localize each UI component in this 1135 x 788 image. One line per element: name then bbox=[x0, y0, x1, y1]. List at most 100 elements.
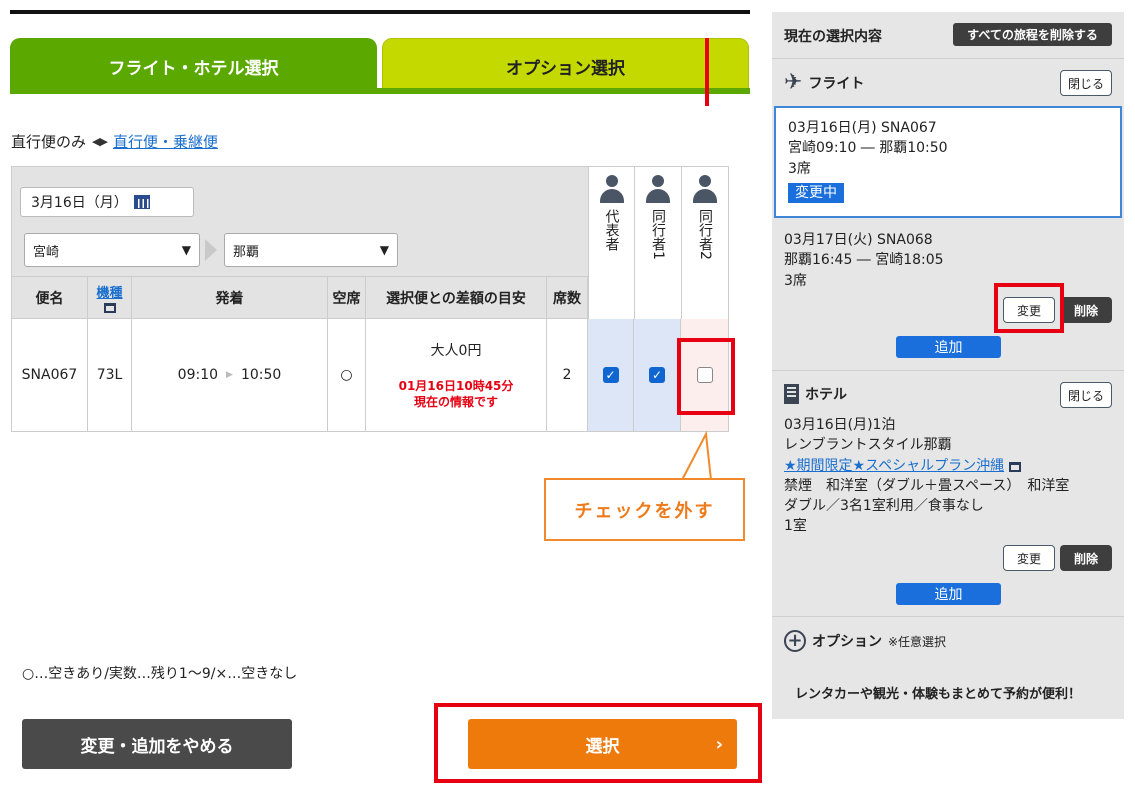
chevron-right-icon: › bbox=[715, 733, 723, 755]
sidebar-title: 現在の選択内容 bbox=[784, 29, 882, 45]
direct-only-label: 直行便のみ bbox=[11, 133, 87, 151]
flight-add-button[interactable]: 追加 bbox=[896, 336, 1001, 358]
divider bbox=[772, 616, 1124, 617]
cell-check-companion-1: ✓ bbox=[634, 319, 681, 431]
tab-option[interactable]: オプション選択 bbox=[382, 38, 749, 94]
hotel-card: 03月16日(月)1泊 レンブラントスタイル那覇 ★期間限定★スペシャルプラン沖… bbox=[784, 415, 1116, 537]
delete-all-button[interactable]: すべての旅程を削除する bbox=[953, 23, 1112, 46]
option-section-label: オプション bbox=[812, 634, 882, 650]
hotel-change-button[interactable]: 変更 bbox=[1003, 545, 1055, 571]
header-aircraft: 機種 bbox=[88, 277, 132, 318]
status-badge: 変更中 bbox=[788, 182, 844, 204]
callout-uncheck: チェックを外す bbox=[544, 478, 745, 541]
hotel-section-header: ホテル bbox=[784, 384, 847, 404]
plus-circle-icon[interactable]: + bbox=[784, 630, 806, 652]
divider bbox=[772, 58, 1124, 59]
callout-pointer bbox=[680, 430, 713, 481]
cell-flight: SNA067 bbox=[12, 319, 88, 431]
passenger-col-companion-2: 同行者2 bbox=[681, 167, 728, 319]
seat-legend: ○…空きあり/実数…残り1～9/×…空きなし bbox=[22, 666, 298, 682]
cell-check-representative: ✓ bbox=[588, 319, 634, 431]
hotel-room-detail: ダブル／3名1室利用／食事なし bbox=[784, 498, 984, 515]
passenger-col-representative: 代表者 bbox=[588, 167, 634, 319]
hotel-close-button[interactable]: 閉じる bbox=[1060, 382, 1112, 408]
divider bbox=[772, 370, 1124, 371]
hotel-room-count: 1室 bbox=[784, 518, 807, 535]
table-header-row: 便名 機種 発着 空席 選択便との差額の目安 席数 bbox=[12, 277, 588, 319]
flight2-route: 那覇16:45 ― 宮崎18:05 bbox=[784, 252, 944, 269]
person-icon bbox=[599, 175, 625, 205]
depart-time: 09:10 bbox=[177, 367, 219, 383]
flight2-date: 03月17日(火) SNA068 bbox=[784, 232, 933, 248]
header-flight: 便名 bbox=[12, 277, 88, 318]
date-picker[interactable]: 3月16日（月） bbox=[20, 187, 194, 217]
promo-text: レンタカーや観光・体験もまとめて予約が便利！ bbox=[795, 687, 1082, 702]
date-value: 3月16日（月） bbox=[31, 195, 128, 211]
cell-price-difference: 大人0円 01月16日10時45分 現在の情報です bbox=[366, 319, 547, 431]
hotel-delete-button[interactable]: 削除 bbox=[1060, 545, 1112, 571]
direct-connecting-link[interactable]: 直行便・乗継便 bbox=[113, 131, 218, 152]
arrive-time: 10:50 bbox=[240, 367, 282, 383]
hotel-icon bbox=[784, 384, 799, 404]
origin-value: 宮崎 bbox=[33, 244, 60, 260]
flight1-route: 宮崎09:10 ― 那覇10:50 bbox=[788, 140, 948, 157]
hotel-add-button[interactable]: 追加 bbox=[896, 583, 1001, 605]
new-window-icon bbox=[103, 303, 116, 313]
tab-underline bbox=[10, 88, 750, 94]
aircraft-link[interactable]: 機種 bbox=[96, 282, 122, 301]
flight-table: 3月16日（月） 宮崎 ▼ 那覇 ▼ 代表者 同行者1 同行者2 便名 機種 発… bbox=[11, 166, 729, 432]
flight1-seats: 3席 bbox=[788, 160, 811, 177]
route-arrow-icon bbox=[205, 239, 217, 261]
cell-seat-count: 2 bbox=[547, 319, 588, 431]
cell-times: 09:10 ▶ 10:50 bbox=[132, 319, 328, 431]
hotel-date: 03月16日(月)1泊 bbox=[784, 417, 896, 433]
selection-sidebar: 現在の選択内容 すべての旅程を削除する ✈ フライト 閉じる 03月16日(月)… bbox=[772, 12, 1124, 719]
cancel-button[interactable]: 変更・追加をやめる bbox=[22, 719, 292, 769]
passenger-label: 同行者2 bbox=[697, 209, 714, 260]
option-optional-note: ※任意選択 bbox=[888, 634, 947, 649]
toggle-arrows-icon: ◀▶ bbox=[92, 135, 108, 148]
flight2-delete-button[interactable]: 削除 bbox=[1060, 297, 1112, 323]
flight-card-selected[interactable]: 03月16日(月) SNA067 宮崎09:10 ― 那覇10:50 3席 変更… bbox=[774, 106, 1122, 218]
flight-close-button[interactable]: 閉じる bbox=[1060, 70, 1112, 96]
passenger-label: 同行者1 bbox=[650, 209, 667, 260]
cell-aircraft: 73L bbox=[88, 319, 132, 431]
passenger-label: 代表者 bbox=[603, 209, 620, 251]
arrow-right-icon: ▶ bbox=[226, 370, 233, 380]
checkbox-companion-1[interactable]: ✓ bbox=[649, 367, 665, 383]
highlight-mark bbox=[705, 38, 709, 106]
highlight-box-change bbox=[994, 283, 1064, 333]
hotel-name: レンブラントスタイル那覇 bbox=[784, 437, 952, 454]
header-seat-count: 席数 bbox=[547, 277, 588, 318]
header-price-difference: 選択便との差額の目安 bbox=[366, 277, 547, 318]
cell-seats-available: ○ bbox=[328, 319, 366, 431]
price-note: 01月16日10時45分 現在の情報です bbox=[399, 378, 514, 410]
destination-select[interactable]: 那覇 ▼ bbox=[224, 233, 398, 267]
highlight-box-checkbox bbox=[677, 338, 735, 415]
destination-value: 那覇 bbox=[233, 244, 260, 260]
flight-section-header: ✈ フライト bbox=[784, 70, 864, 95]
flight2-seats: 3席 bbox=[784, 272, 807, 289]
hotel-plan-link[interactable]: ★期間限定★スペシャルプラン沖縄 bbox=[784, 458, 1004, 474]
header-times: 発着 bbox=[132, 277, 328, 318]
person-icon bbox=[692, 175, 718, 205]
checkbox-representative[interactable]: ✓ bbox=[602, 367, 619, 383]
top-divider bbox=[10, 10, 750, 14]
flight-section-label: フライト bbox=[808, 75, 865, 92]
chevron-down-icon: ▼ bbox=[181, 243, 191, 257]
direct-flight-toggle: 直行便のみ ◀▶ 直行便・乗継便 bbox=[11, 131, 218, 152]
passenger-col-companion-1: 同行者1 bbox=[634, 167, 681, 319]
option-section-header: + オプション ※任意選択 bbox=[784, 630, 946, 652]
select-label: 選択 bbox=[585, 736, 620, 757]
calendar-icon[interactable] bbox=[133, 195, 150, 209]
plane-icon: ✈ bbox=[784, 70, 803, 95]
origin-select[interactable]: 宮崎 ▼ bbox=[24, 233, 200, 267]
new-window-icon bbox=[1008, 461, 1021, 472]
price-value: 大人0円 bbox=[430, 342, 482, 359]
header-seats-available: 空席 bbox=[328, 277, 366, 318]
select-button[interactable]: 選択 › bbox=[468, 719, 737, 769]
price-note-text: 現在の情報です bbox=[413, 395, 498, 409]
tab-flight-hotel[interactable]: フライト・ホテル選択 bbox=[10, 38, 377, 94]
chevron-down-icon: ▼ bbox=[379, 243, 389, 257]
price-note-date: 01月16日10時45分 bbox=[398, 378, 514, 393]
